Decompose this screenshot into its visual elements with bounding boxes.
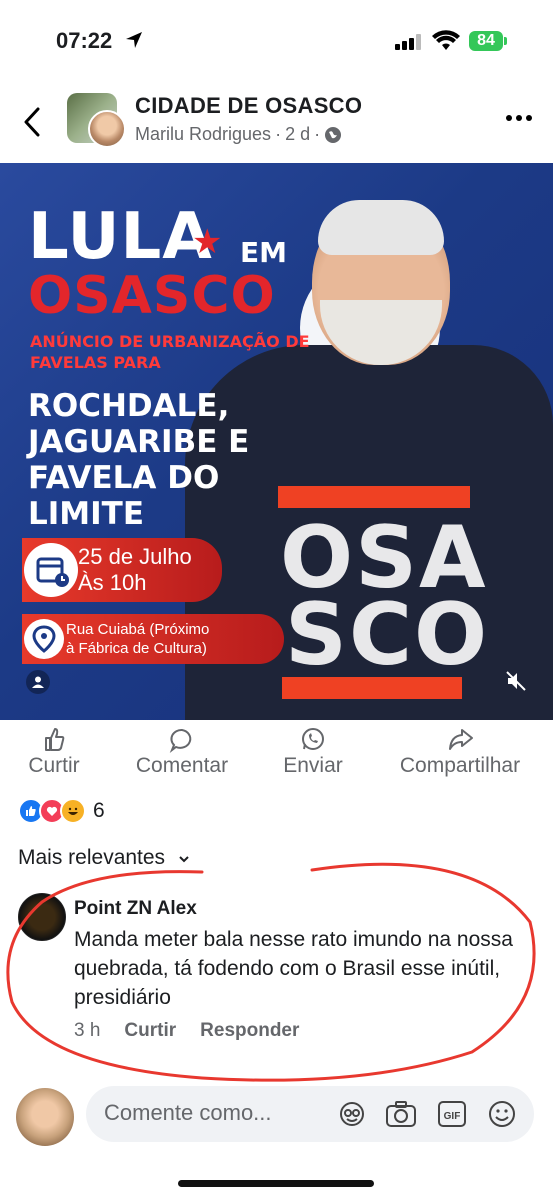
thumbs-up-icon (45, 728, 65, 751)
author-avatar[interactable] (88, 110, 126, 148)
home-indicator[interactable] (178, 1180, 374, 1187)
hand-drawn-red-circle (6, 862, 536, 1082)
reaction-count: 6 (93, 799, 105, 822)
meta-separator: · (275, 124, 282, 144)
post-meta: Marilu Rodrigues · 2 d · (135, 124, 342, 145)
meta-separator: · (314, 124, 321, 144)
location-pill: Rua Cuiabá (Próximo à Fábrica de Cultura… (22, 614, 284, 664)
wifi-icon (432, 30, 460, 50)
person-hair (318, 200, 444, 255)
like-button[interactable]: Curtir (22, 724, 86, 778)
tagged-people-icon[interactable] (26, 670, 50, 694)
my-avatar (16, 1088, 74, 1146)
post-image[interactable]: OSA SCO LULA ★ EM OSASCO ANÚNCIO DE URBA… (0, 163, 553, 720)
back-arrow-icon[interactable] (22, 106, 42, 138)
muted-speaker-icon[interactable] (505, 670, 527, 692)
avatar-sticker-icon[interactable] (336, 1098, 368, 1130)
share-label: Compartilhar (399, 754, 521, 777)
reactions-summary[interactable]: 6 (18, 798, 105, 824)
post-header: CIDADE DE OSASCO Marilu Rodrigues · 2 d … (0, 84, 553, 154)
image-inner: OSA SCO LULA ★ EM OSASCO ANÚNCIO DE URBA… (0, 163, 553, 720)
cellular-signal-icon (395, 34, 421, 50)
battery-tip (504, 37, 507, 45)
more-options-icon[interactable] (505, 114, 533, 122)
map-pin-icon (24, 619, 64, 659)
shirt-text-line2: SCO (285, 585, 490, 685)
post-actions: Curtir Comentar Enviar Compartilhar (0, 724, 553, 784)
emoji-icon[interactable] (486, 1098, 518, 1130)
poster-places: ROCHDALE, JAGUARIBE E FAVELA DO LIMITE (28, 388, 250, 532)
like-label: Curtir (28, 754, 80, 777)
group-name[interactable]: CIDADE DE OSASCO (135, 93, 362, 119)
comment-input[interactable]: Comente como... GIF (86, 1086, 534, 1142)
share-button[interactable]: Compartilhar (388, 724, 532, 778)
star-icon: ★ (192, 223, 223, 261)
status-bar: 07:22 84 (0, 0, 553, 80)
event-location: Rua Cuiabá (Próximo à Fábrica de Cultura… (66, 620, 209, 658)
comment-bubble-icon (169, 729, 192, 753)
event-date-line1: 25 de Julho (78, 544, 192, 569)
clock: 07:22 (56, 28, 113, 53)
comment-button[interactable]: Comentar (128, 724, 236, 778)
event-location-line1: Rua Cuiabá (Próximo (66, 621, 210, 638)
battery-indicator: 84 (469, 31, 503, 51)
poster-subtitle: ANÚNCIO DE URBANIZAÇÃO DE FAVELAS PARA (30, 332, 310, 372)
post-age[interactable]: 2 d (285, 124, 310, 145)
svg-text:GIF: GIF (444, 1111, 461, 1122)
gif-icon[interactable]: GIF (436, 1098, 468, 1130)
comment-composer: Comente como... GIF (0, 1086, 553, 1146)
comment-label: Comentar (135, 754, 229, 777)
share-arrow-icon (449, 729, 473, 750)
event-location-line2: à Fábrica de Cultura) (66, 640, 207, 657)
date-pill: 25 de Julho Às 10h (22, 538, 222, 602)
author-name[interactable]: Marilu Rodrigues (135, 124, 271, 145)
comment-input-placeholder: Comente como... (104, 1100, 272, 1125)
poster-title-osasco: OSASCO (28, 266, 276, 326)
event-date-line2: Às 10h (78, 570, 147, 595)
camera-icon[interactable] (384, 1098, 418, 1130)
haha-icon (60, 798, 86, 824)
location-arrow-icon (126, 32, 142, 48)
calendar-icon (24, 543, 78, 597)
event-date: 25 de Julho Às 10h (78, 544, 192, 596)
poster-title-lula: LULA (28, 200, 213, 274)
whatsapp-icon (302, 728, 324, 750)
poster-title-em: EM (240, 236, 287, 269)
send-label: Enviar (283, 754, 343, 777)
globe-icon (325, 126, 342, 143)
send-button[interactable]: Enviar (278, 724, 348, 778)
